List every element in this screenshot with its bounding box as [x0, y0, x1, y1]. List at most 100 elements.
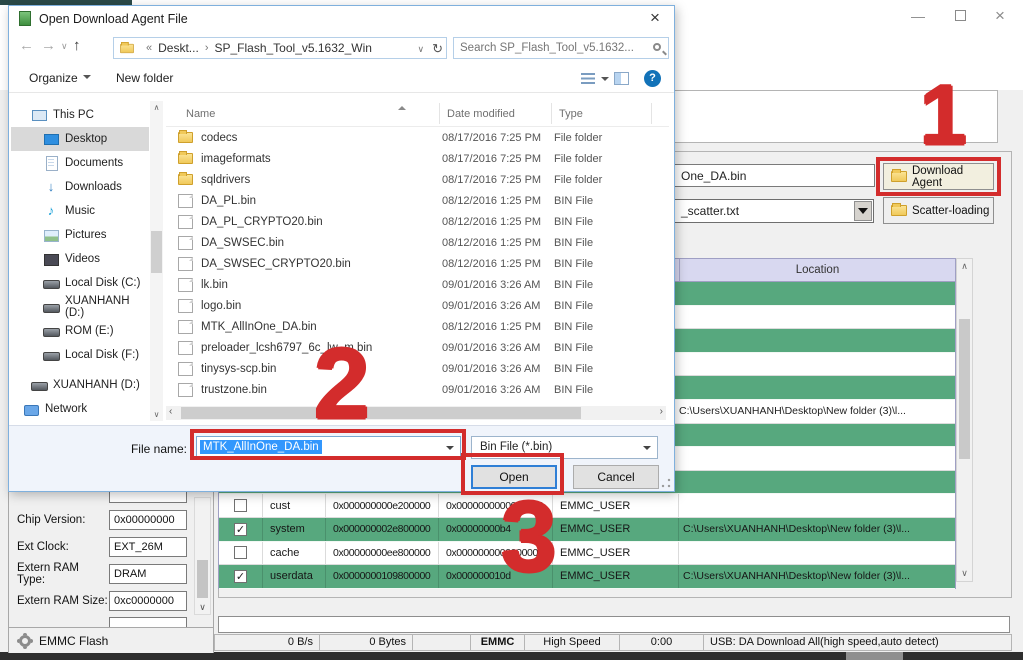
sidebar-scrollbar[interactable]: ∧ ∨ [150, 101, 163, 421]
scroll-down-icon[interactable]: ∨ [195, 602, 210, 613]
scroll-up-icon[interactable]: ∧ [150, 103, 163, 112]
sidebar-item-xuanhanh-d[interactable]: XUANHANH (D:) [11, 373, 149, 397]
scroll-down-icon[interactable]: ∨ [957, 568, 972, 579]
organize-button[interactable]: Organize [29, 71, 91, 85]
column-header-date[interactable]: Date modified [447, 108, 515, 120]
file-type: BIN File [554, 237, 669, 249]
scroll-left-icon[interactable]: ‹ [169, 406, 172, 417]
partition-checkbox[interactable]: ✓ [234, 570, 247, 583]
file-list-hscrollbar[interactable]: ‹ › [166, 406, 666, 420]
sidebar-item-network[interactable]: Network [11, 397, 149, 421]
field-value[interactable]: EXT_26M [109, 537, 187, 557]
scatter-combo-arrow[interactable] [854, 201, 872, 221]
refresh-icon[interactable]: ↻ [432, 41, 443, 57]
scroll-down-icon[interactable]: ∨ [150, 410, 163, 419]
help-icon[interactable]: ? [644, 70, 661, 87]
scrollbar-thumb[interactable] [959, 319, 970, 459]
screen: — × One_DA.bin Download Agent _scatter.t… [0, 0, 1023, 660]
address-chevron-icon[interactable]: ∨ [418, 44, 425, 55]
file-row-tinysys-scp-bin[interactable]: tinysys-scp.bin09/01/2016 3:26 AMBIN Fil… [166, 358, 669, 379]
dialog-titlebar[interactable]: Open Download Agent File [9, 6, 674, 31]
new-folder-button[interactable]: New folder [116, 71, 173, 85]
file-row-codecs[interactable]: codecs08/17/2016 7:25 PMFile folder [166, 127, 669, 148]
scrollbar-thumb[interactable] [151, 231, 162, 273]
cancel-button[interactable]: Cancel [573, 465, 659, 489]
file-row-mtk-allinone-da-bin[interactable]: MTK_AllInOne_DA.bin08/12/2016 1:25 PMBIN… [166, 316, 669, 337]
scatter-loading-button[interactable]: Scatter-loading [883, 197, 994, 224]
history-chevron-icon[interactable]: ∨ [61, 41, 68, 52]
scroll-right-icon[interactable]: › [660, 406, 663, 417]
address-bar[interactable]: « Deskt... › SP_Flash_Tool_v5.1632_Win ∨… [113, 37, 447, 59]
partition-row-system[interactable]: ✓system0x000000002e8000000x00000000b4EMM… [219, 518, 955, 542]
column-divider[interactable] [651, 103, 652, 124]
status-usb-mode: USB: DA Download All(high speed,auto det… [703, 634, 1012, 651]
file-row-imageformats[interactable]: imageformats08/17/2016 7:25 PMFile folde… [166, 148, 669, 169]
sidebar-item-xuanhanh-d[interactable]: XUANHANH (D:) [11, 295, 149, 319]
preview-pane-icon[interactable] [614, 72, 629, 85]
breadcrumb-folder[interactable]: SP_Flash_Tool_v5.1632_Win [214, 41, 371, 55]
sidebar-item-rom-e[interactable]: ROM (E:) [11, 319, 149, 343]
partition-row-cust[interactable]: cust0x000000000e2000000x0000000000000000… [219, 494, 955, 518]
close-app-icon[interactable]: × [987, 4, 1013, 28]
file-icon [178, 278, 193, 292]
search-input[interactable] [460, 39, 640, 57]
partition-row-userdata[interactable]: ✓userdata0x00000001098000000x000000010dE… [219, 565, 955, 589]
scrollbar-thumb[interactable] [181, 407, 581, 419]
field-value[interactable]: 0xc0000000 [109, 591, 187, 611]
partition-region: EMMC_USER [553, 518, 679, 541]
breadcrumb-desktop[interactable]: Deskt... [158, 41, 199, 55]
file-row-lk-bin[interactable]: lk.bin09/01/2016 3:26 AMBIN File [166, 274, 669, 295]
maximize-icon[interactable] [947, 4, 973, 28]
sidebar-item-music[interactable]: ♪Music [11, 199, 149, 223]
file-row-da-pl-crypto20-bin[interactable]: DA_PL_CRYPTO20.bin08/12/2016 1:25 PMBIN … [166, 211, 669, 232]
field-row-ext-clock: Ext Clock:EXT_26M [9, 533, 201, 560]
scrollbar-thumb[interactable] [197, 560, 208, 598]
forward-icon[interactable]: → [41, 37, 56, 54]
file-row-trustzone-bin[interactable]: trustzone.bin09/01/2016 3:26 AMBIN File [166, 379, 669, 400]
file-row-logo-bin[interactable]: logo.bin09/01/2016 3:26 AMBIN File [166, 295, 669, 316]
file-type: BIN File [554, 363, 669, 375]
file-row-da-pl-bin[interactable]: DA_PL.bin08/12/2016 1:25 PMBIN File [166, 190, 669, 211]
column-divider[interactable] [439, 103, 440, 124]
resize-grip[interactable] [661, 478, 671, 488]
chevron-down-icon[interactable] [601, 77, 609, 85]
sidebar-item-local-disk-c[interactable]: Local Disk (C:) [11, 271, 149, 295]
partition-checkbox[interactable] [234, 499, 247, 512]
field-value[interactable]: DRAM [109, 564, 187, 584]
sidebar-item-documents[interactable]: Documents [11, 151, 149, 175]
search-icon[interactable] [653, 43, 661, 51]
file-row-preloader-lcsh6797-6c-lw-m-bin[interactable]: preloader_lcsh6797_6c_lw_m.bin09/01/2016… [166, 337, 669, 358]
column-header-type[interactable]: Type [559, 108, 583, 120]
sidebar-item-downloads[interactable]: ↓Downloads [11, 175, 149, 199]
sidebar-item-desktop[interactable]: Desktop [11, 127, 149, 151]
search-box[interactable] [453, 37, 669, 59]
up-icon[interactable]: ↑ [73, 37, 81, 54]
back-icon[interactable]: ← [19, 37, 34, 54]
sidebar-item-videos[interactable]: Videos [11, 247, 149, 271]
column-header-name[interactable]: Name [186, 108, 215, 120]
partition-row-cache[interactable]: cache0x00000000ee8000000x000000000000000… [219, 542, 955, 566]
file-row-sqldrivers[interactable]: sqldrivers08/17/2016 7:25 PMFile folder [166, 169, 669, 190]
minimize-icon[interactable]: — [905, 4, 931, 28]
partition-checkbox[interactable] [234, 546, 247, 559]
scroll-up-icon[interactable]: ∧ [957, 261, 972, 272]
scatter-loading-button-label: Scatter-loading [912, 205, 989, 217]
field-value[interactable]: 0x00000000 [109, 510, 187, 530]
emmc-flash-section: EMMC Flash [9, 627, 213, 653]
partition-checkbox[interactable]: ✓ [234, 523, 247, 536]
views-icon[interactable] [581, 73, 595, 84]
sidebar-item-this-pc[interactable]: This PC [11, 103, 149, 127]
close-icon[interactable]: × [644, 8, 666, 28]
file-row-da-swsec-crypto20-bin[interactable]: DA_SWSEC_CRYPTO20.bin08/12/2016 1:25 PMB… [166, 253, 669, 274]
panel-scrollbar[interactable]: ∨ [194, 497, 211, 615]
file-icon [178, 383, 193, 397]
column-divider[interactable] [551, 103, 552, 124]
disk-icon [43, 276, 59, 290]
file-row-da-swsec-bin[interactable]: DA_SWSEC.bin08/12/2016 1:25 PMBIN File [166, 232, 669, 253]
location-column-header[interactable]: Location [679, 259, 955, 281]
crumb-open-icon[interactable]: « [146, 42, 152, 54]
sidebar-item-pictures[interactable]: Pictures [11, 223, 149, 247]
table-scrollbar[interactable]: ∧ ∨ [956, 258, 973, 582]
field-row-extern-ram-type: Extern RAM Type:DRAM [9, 560, 201, 587]
sidebar-item-local-disk-f[interactable]: Local Disk (F:) [11, 343, 149, 367]
